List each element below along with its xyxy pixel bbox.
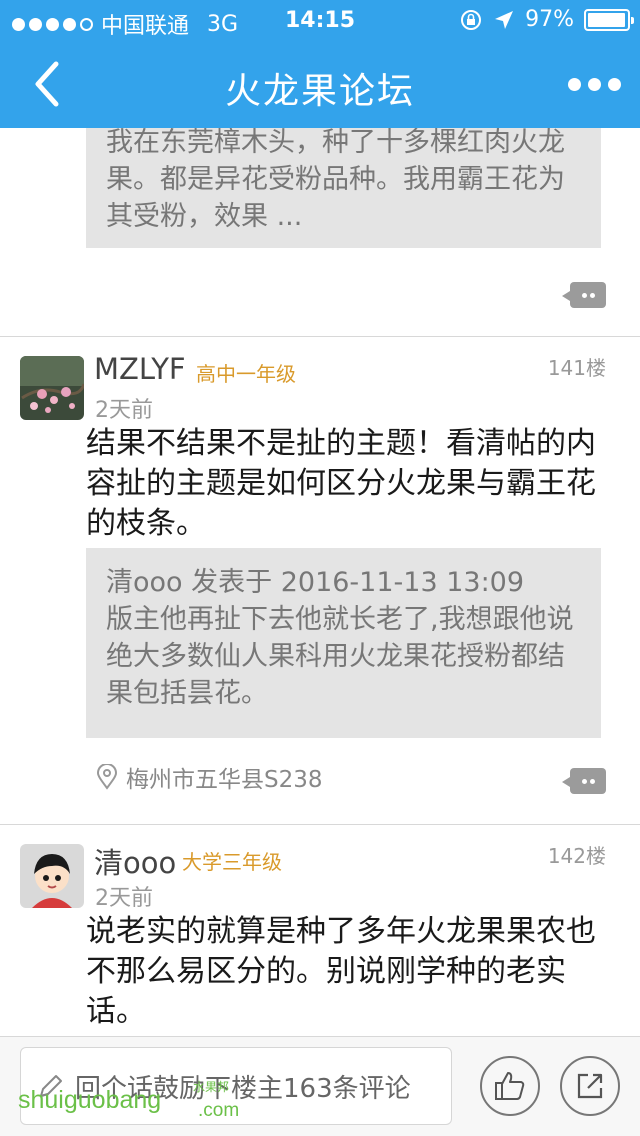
thread-content[interactable]: 我在东莞樟木头，种了十多棵红肉火龙果。都是异花受粉品种。我用霸王花为其受粉，效果… bbox=[0, 128, 640, 1036]
more-button[interactable] bbox=[564, 64, 624, 104]
quote-text: 我在东莞樟木头，种了十多棵红肉火龙果。都是异花受粉品种。我用霸王花为其受粉，效果… bbox=[106, 128, 565, 232]
share-button[interactable] bbox=[560, 1056, 620, 1116]
quote-text: 版主他再扯下去他就长老了,我想跟他说绝大多数仙人果科用火龙果花授粉都结果包括昙花… bbox=[106, 604, 574, 709]
quote-block: 清ooo 发表于 2016-11-13 13:09 版主他再扯下去他就长老了,我… bbox=[86, 548, 601, 738]
username[interactable]: MZLYF bbox=[94, 352, 186, 386]
watermark-sub: 水果邦 bbox=[193, 1080, 230, 1094]
location-text: 梅州市五华县S238 bbox=[126, 767, 323, 793]
rotation-lock-icon bbox=[461, 9, 482, 30]
location[interactable]: 梅州市五华县S238 bbox=[96, 760, 323, 794]
user-level: 高中一年级 bbox=[196, 362, 296, 386]
top-bar: 中国联通 3G 14:15 97% 火龙果论坛 bbox=[0, 0, 640, 128]
location-arrow-icon bbox=[495, 10, 514, 29]
comment-icon[interactable] bbox=[562, 282, 606, 308]
avatar-image bbox=[20, 844, 84, 908]
status-bar: 中国联通 3G 14:15 97% bbox=[0, 0, 640, 40]
quote-header: 清ooo 发表于 2016-11-13 13:09 bbox=[106, 567, 525, 598]
user-level: 大学三年级 bbox=[182, 850, 282, 874]
avatar[interactable] bbox=[20, 356, 84, 420]
battery-fill bbox=[588, 12, 625, 27]
username[interactable]: 清ooo bbox=[94, 840, 176, 882]
post-time: 2天前 bbox=[95, 886, 153, 911]
post-141: MZLYF 高中一年级 141楼 2天前 结果不结果不是扯的主题！看清帖的内容扯… bbox=[0, 336, 640, 824]
watermark-domain: .com bbox=[198, 1100, 240, 1121]
avatar[interactable] bbox=[20, 844, 84, 908]
floor-number: 141楼 bbox=[547, 356, 606, 380]
status-right: 97% bbox=[459, 7, 634, 32]
quote-block: 我在东莞樟木头，种了十多棵红肉火龙果。都是异花受粉品种。我用霸王花为其受粉，效果… bbox=[86, 128, 601, 248]
watermark: shuiguobang 水果邦 .com bbox=[18, 1080, 239, 1121]
nav-bar: 火龙果论坛 bbox=[0, 40, 640, 128]
post-time: 2天前 bbox=[95, 398, 153, 423]
more-dots-icon bbox=[567, 77, 581, 91]
floor-number: 142楼 bbox=[547, 844, 606, 868]
like-button[interactable] bbox=[480, 1056, 540, 1116]
thumbs-up-icon bbox=[495, 1072, 525, 1100]
avatar-image bbox=[20, 356, 84, 420]
location-pin-icon bbox=[96, 764, 118, 790]
battery-percent: 97% bbox=[525, 7, 574, 32]
post-text: 说老实的就算是种了多年火龙果果农也不那么易区分的。别说刚学种的老实话。 bbox=[86, 914, 596, 1029]
watermark-text: shuiguobang bbox=[18, 1086, 162, 1114]
post-text: 结果不结果不是扯的主题！看清帖的内容扯的主题是如何区分火龙果与霸王花的枝条。 bbox=[86, 426, 596, 541]
battery-icon bbox=[584, 8, 634, 31]
page-title: 火龙果论坛 bbox=[224, 71, 415, 112]
share-icon bbox=[577, 1073, 603, 1099]
post-142: 清ooo 大学三年级 142楼 2天前 说老实的就算是种了多年火龙果果农也不那么… bbox=[0, 824, 640, 1036]
comment-icon[interactable] bbox=[562, 768, 606, 794]
